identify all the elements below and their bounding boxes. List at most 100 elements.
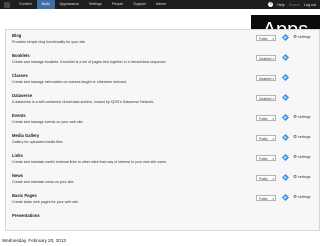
chevron-down-icon: ▾ (272, 57, 274, 61)
app-description: Create and maintain news on your site. (12, 180, 75, 184)
app-status-select[interactable]: Disabled ▾ (256, 95, 276, 101)
app-status-select[interactable]: Public ▾ (256, 35, 276, 41)
admin-toolbar: Content Build Appearance Settings People… (0, 0, 320, 9)
app-status-select[interactable]: Public ▾ (256, 155, 276, 161)
app-settings-link[interactable]: ⚙ settings (293, 193, 311, 200)
diamond-arrow-icon[interactable] (282, 174, 289, 181)
app-status-value: Public (259, 177, 268, 181)
help-icon[interactable]: ? (268, 2, 274, 7)
app-name: News (12, 173, 23, 178)
gear-icon: ⚙ (293, 133, 298, 139)
diamond-arrow-icon[interactable] (282, 74, 289, 81)
app-status-select[interactable]: Public ▾ (256, 175, 276, 181)
app-name: Media Gallery (12, 133, 40, 138)
chevron-down-icon: ▾ (272, 137, 274, 141)
app-row: Blog Provides simple blog functionality f… (6, 30, 319, 51)
app-settings-link[interactable]: ⚙ settings (293, 153, 311, 160)
nav-build[interactable]: Build (36, 0, 55, 9)
app-description: Create and manage information on classes… (12, 80, 127, 84)
app-row: Events Create and manage events on your w… (6, 110, 319, 131)
nav-settings[interactable]: Settings (84, 0, 107, 9)
chevron-down-icon: ▾ (272, 97, 274, 101)
search-link[interactable]: Search (289, 3, 300, 7)
app-row: Presentations (6, 210, 319, 231)
app-name: Events (12, 113, 26, 118)
settings-label: settings (298, 154, 311, 159)
app-name: Links (12, 153, 23, 158)
app-description: Create and manage booklets. A booklet is… (12, 60, 166, 64)
chevron-down-icon: ▾ (272, 157, 274, 161)
toolbar-right: ? Help Search Log out (268, 0, 316, 9)
app-row: News Create and maintain news on your sit… (6, 170, 319, 191)
settings-label: settings (298, 194, 311, 199)
chevron-down-icon: ▾ (272, 177, 274, 181)
diamond-arrow-icon[interactable] (282, 114, 289, 121)
app-name: Presentations (12, 213, 40, 218)
app-row: Links Create and maintain useful external… (6, 150, 319, 171)
app-row: Media Gallery Gallery for uploaded media … (6, 130, 319, 151)
nav-people[interactable]: People (107, 0, 128, 9)
gear-icon: ⚙ (293, 153, 298, 159)
diamond-arrow-icon[interactable] (282, 54, 289, 61)
app-settings-link[interactable]: ⚙ settings (293, 173, 311, 180)
app-settings-link[interactable]: ⚙ settings (293, 113, 311, 120)
app-description: A dataverse is a self-contained virtual … (12, 100, 155, 104)
help-link[interactable]: Help (277, 3, 284, 7)
diamond-arrow-icon[interactable] (282, 34, 289, 41)
app-status-value: Public (259, 117, 268, 121)
chevron-down-icon: ▾ (272, 77, 274, 81)
gear-icon: ⚙ (293, 173, 298, 179)
app-description: Create basic web pages for your web site… (12, 200, 79, 204)
settings-label: settings (298, 174, 311, 179)
chevron-down-icon: ▾ (272, 37, 274, 41)
gear-icon: ⚙ (293, 33, 298, 39)
app-status-value: Disabled (259, 97, 272, 101)
nav-support[interactable]: Support (128, 0, 151, 9)
nav-content[interactable]: Content (14, 0, 37, 9)
app-description: Provides simple blog functionality for y… (12, 40, 86, 44)
app-status-value: Public (259, 157, 268, 161)
footer-date: Wednesday, February 20, 2013 (2, 238, 66, 243)
app-row: Booklets Create and manage booklets. A bo… (6, 50, 319, 71)
settings-label: settings (298, 34, 311, 39)
nav-appearance[interactable]: Appearance (55, 0, 84, 9)
diamond-arrow-icon[interactable] (282, 194, 289, 201)
app-status-value: Public (259, 137, 268, 141)
app-status-value: Public (259, 197, 268, 201)
diamond-arrow-icon[interactable] (282, 94, 289, 101)
app-settings-link[interactable]: ⚙ settings (293, 33, 311, 40)
diamond-arrow-icon[interactable] (282, 154, 289, 161)
home-logo-icon[interactable] (4, 1, 10, 8)
app-status-select[interactable]: Disabled ▾ (256, 55, 276, 61)
app-status-value: Disabled (259, 57, 272, 61)
diamond-arrow-icon[interactable] (282, 134, 289, 141)
app-description: Create and maintain useful external link… (12, 160, 168, 164)
app-name: Classes (12, 73, 28, 78)
app-name: Basic Pages (12, 193, 37, 198)
app-status-select[interactable]: Disabled ▾ (256, 75, 276, 81)
app-row: Classes Create and manage information on … (6, 70, 319, 91)
gear-icon: ⚙ (293, 193, 298, 199)
app-description: Create and manage events on your web sit… (12, 120, 84, 124)
chevron-down-icon: ▾ (272, 117, 274, 121)
app-status-value: Disabled (259, 77, 272, 81)
app-name: Booklets (12, 53, 30, 58)
app-settings-link[interactable]: ⚙ settings (293, 133, 311, 140)
nav-admin[interactable]: Admin (151, 0, 171, 9)
chevron-down-icon: ▾ (272, 197, 274, 201)
app-row: Dataverse A dataverse is a self-contained… (6, 90, 319, 111)
app-description: Gallery for uploaded media files (12, 140, 63, 144)
app-name: Blog (12, 33, 22, 38)
app-name: Dataverse (12, 93, 33, 98)
app-row: Basic Pages Create basic web pages for yo… (6, 190, 319, 211)
app-status-value: Public (259, 37, 268, 41)
apps-panel: Blog Provides simple blog functionality f… (5, 29, 320, 231)
logout-link[interactable]: Log out (304, 3, 316, 7)
admin-nav: Content Build Appearance Settings People… (14, 0, 171, 9)
app-status-select[interactable]: Public ▾ (256, 195, 276, 201)
settings-label: settings (298, 114, 311, 119)
app-status-select[interactable]: Public ▾ (256, 135, 276, 141)
app-status-select[interactable]: Public ▾ (256, 115, 276, 121)
settings-label: settings (298, 134, 311, 139)
gear-icon: ⚙ (293, 113, 298, 119)
